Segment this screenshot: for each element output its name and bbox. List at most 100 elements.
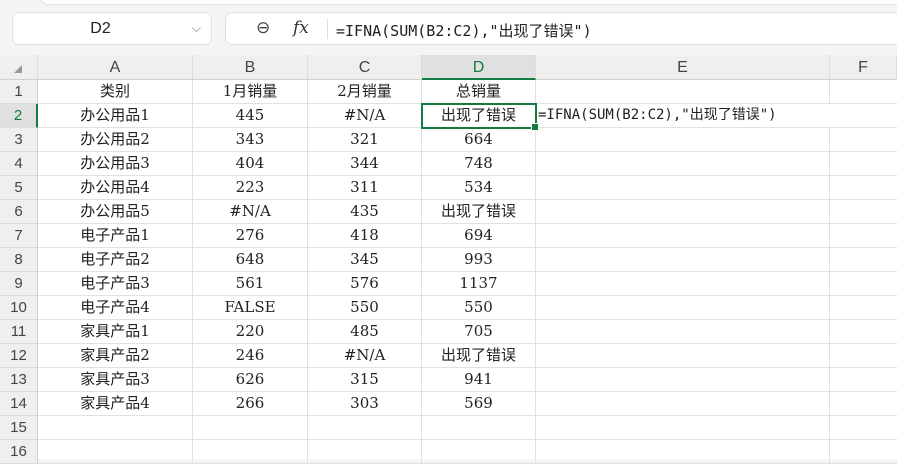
cell-B7[interactable]: 276 (193, 224, 308, 248)
cell-A14[interactable]: 家具产品4 (38, 392, 193, 416)
cell-B6[interactable]: #N/A (193, 200, 308, 224)
cell-F5[interactable] (830, 176, 897, 200)
cell-B11[interactable]: 220 (193, 320, 308, 344)
cell-F11[interactable] (830, 320, 897, 344)
row-header-15[interactable]: 15 (0, 416, 38, 440)
row-header-12[interactable]: 12 (0, 344, 38, 368)
row-header-14[interactable]: 14 (0, 392, 38, 416)
cell-E4[interactable] (536, 152, 830, 176)
cell-A12[interactable]: 家具产品2 (38, 344, 193, 368)
cell-C16[interactable] (308, 440, 422, 464)
cell-B10[interactable]: FALSE (193, 296, 308, 320)
cell-A8[interactable]: 电子产品2 (38, 248, 193, 272)
cell-A6[interactable]: 办公用品5 (38, 200, 193, 224)
cell-C8[interactable]: 345 (308, 248, 422, 272)
cell-B2[interactable]: 445 (193, 104, 308, 128)
row-header-7[interactable]: 7 (0, 224, 38, 248)
row-header-16[interactable]: 16 (0, 440, 38, 464)
cell-C4[interactable]: 344 (308, 152, 422, 176)
cell-B13[interactable]: 626 (193, 368, 308, 392)
cell-D12[interactable]: 出现了错误 (422, 344, 536, 368)
cell-A10[interactable]: 电子产品4 (38, 296, 193, 320)
cell-B9[interactable]: 561 (193, 272, 308, 296)
cell-E13[interactable] (536, 368, 830, 392)
row-header-9[interactable]: 9 (0, 272, 38, 296)
cell-C7[interactable]: 418 (308, 224, 422, 248)
cell-C3[interactable]: 321 (308, 128, 422, 152)
row-header-2[interactable]: 2 (0, 104, 38, 128)
row-header-4[interactable]: 4 (0, 152, 38, 176)
column-header-c[interactable]: C (308, 55, 422, 80)
cell-F4[interactable] (830, 152, 897, 176)
cell-F12[interactable] (830, 344, 897, 368)
cell-E6[interactable] (536, 200, 830, 224)
cell-C11[interactable]: 485 (308, 320, 422, 344)
cell-B4[interactable]: 404 (193, 152, 308, 176)
cell-D9[interactable]: 1137 (422, 272, 536, 296)
cell-C2[interactable]: #N/A (308, 104, 422, 128)
cell-C12[interactable]: #N/A (308, 344, 422, 368)
cell-C14[interactable]: 303 (308, 392, 422, 416)
select-all-corner[interactable] (0, 55, 38, 80)
cell-E11[interactable] (536, 320, 830, 344)
cell-E2[interactable]: =IFNA(SUM(B2:C2),"出现了错误") (536, 104, 830, 128)
cell-E9[interactable] (536, 272, 830, 296)
cell-A7[interactable]: 电子产品1 (38, 224, 193, 248)
cell-D14[interactable]: 569 (422, 392, 536, 416)
cell-C15[interactable] (308, 416, 422, 440)
cell-D1[interactable]: 总销量 (422, 80, 536, 104)
cell-F3[interactable] (830, 128, 897, 152)
row-header-10[interactable]: 10 (0, 296, 38, 320)
row-header-3[interactable]: 3 (0, 128, 38, 152)
cell-D6[interactable]: 出现了错误 (422, 200, 536, 224)
cell-E12[interactable] (536, 344, 830, 368)
row-header-6[interactable]: 6 (0, 200, 38, 224)
cell-F7[interactable] (830, 224, 897, 248)
cell-F13[interactable] (830, 368, 897, 392)
cell-D15[interactable] (422, 416, 536, 440)
cell-A3[interactable]: 办公用品2 (38, 128, 193, 152)
cell-A9[interactable]: 电子产品3 (38, 272, 193, 296)
cell-B12[interactable]: 246 (193, 344, 308, 368)
cell-F1[interactable] (830, 80, 897, 104)
column-header-e[interactable]: E (536, 55, 830, 80)
cell-C1[interactable]: 2月销量 (308, 80, 422, 104)
cell-A2[interactable]: 办公用品1 (38, 104, 193, 128)
cell-B5[interactable]: 223 (193, 176, 308, 200)
cell-E16[interactable] (536, 440, 830, 464)
cell-F8[interactable] (830, 248, 897, 272)
cell-D3[interactable]: 664 (422, 128, 536, 152)
cell-D2[interactable]: 出现了错误 (422, 104, 536, 128)
row-header-5[interactable]: 5 (0, 176, 38, 200)
cell-E7[interactable] (536, 224, 830, 248)
cell-B1[interactable]: 1月销量 (193, 80, 308, 104)
cell-D10[interactable]: 550 (422, 296, 536, 320)
cell-F9[interactable] (830, 272, 897, 296)
cell-A15[interactable] (38, 416, 193, 440)
cell-A13[interactable]: 家具产品3 (38, 368, 193, 392)
spreadsheet-grid[interactable]: A B C D E F 1 类别 1月销量 2月销量 总销量 2 办公用品1 445 #N/A 出现了错误 =I… (0, 55, 897, 464)
cell-D7[interactable]: 694 (422, 224, 536, 248)
cell-D5[interactable]: 534 (422, 176, 536, 200)
cell-B15[interactable] (193, 416, 308, 440)
cell-C6[interactable]: 435 (308, 200, 422, 224)
cell-F14[interactable] (830, 392, 897, 416)
cell-B3[interactable]: 343 (193, 128, 308, 152)
cell-B14[interactable]: 266 (193, 392, 308, 416)
cell-E10[interactable] (536, 296, 830, 320)
cell-A16[interactable] (38, 440, 193, 464)
cell-C5[interactable]: 311 (308, 176, 422, 200)
cell-C10[interactable]: 550 (308, 296, 422, 320)
cell-F16[interactable] (830, 440, 897, 464)
row-header-8[interactable]: 8 (0, 248, 38, 272)
row-header-11[interactable]: 11 (0, 320, 38, 344)
cell-D13[interactable]: 941 (422, 368, 536, 392)
cell-E8[interactable] (536, 248, 830, 272)
formula-input[interactable]: =IFNA(SUM(B2:C2),"出现了错误") (336, 20, 592, 41)
column-header-f[interactable]: F (830, 55, 897, 80)
cell-B8[interactable]: 648 (193, 248, 308, 272)
cell-E15[interactable] (536, 416, 830, 440)
chevron-down-icon[interactable]: ⌵ (192, 21, 201, 36)
cell-D11[interactable]: 705 (422, 320, 536, 344)
column-header-b[interactable]: B (193, 55, 308, 80)
